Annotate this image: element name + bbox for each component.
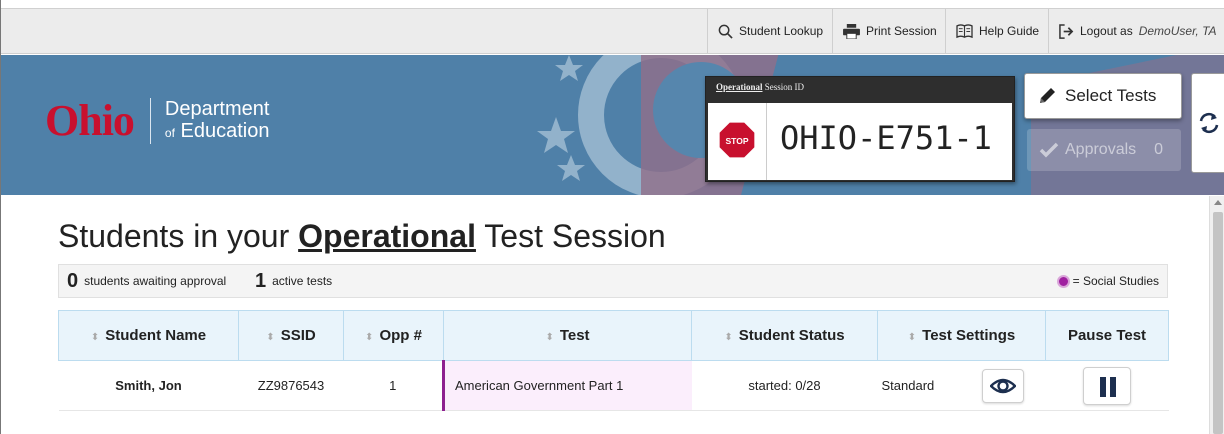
book-icon <box>956 23 973 38</box>
refresh-button[interactable] <box>1191 73 1224 173</box>
session-id-panel: Operational Session ID STOP OHIO-E751-1 <box>705 76 1015 182</box>
session-id-label: Session ID <box>764 82 805 92</box>
column-header-test[interactable]: ⬍ Test <box>443 310 692 361</box>
test-cell: American Government Part 1 <box>442 360 692 411</box>
approvals-button[interactable]: Approvals 0 <box>1027 129 1181 171</box>
logout-label: Logout as <box>1080 24 1133 38</box>
student-name-cell: Smith, Jon <box>58 360 239 411</box>
dept-line-2: of Education <box>165 120 270 144</box>
help-guide-button[interactable]: Help Guide <box>945 9 1047 53</box>
page-title-mode: Operational <box>298 218 476 254</box>
sort-icon: ⬍ <box>365 332 374 343</box>
pause-test-button[interactable] <box>1083 366 1131 405</box>
approvals-count: 0 <box>1154 141 1164 158</box>
column-header-label: Student Name <box>105 327 207 344</box>
active-tests-count: 1 <box>255 269 267 292</box>
student-lookup-button[interactable]: Student Lookup <box>707 9 831 53</box>
awaiting-approval-label: students awaiting approval <box>84 274 227 288</box>
ohio-wordmark: Ohio <box>45 96 135 145</box>
sort-icon: ⬍ <box>545 332 554 343</box>
column-header-label: Opp # <box>379 327 422 344</box>
print-session-button[interactable]: Print Session <box>832 9 944 53</box>
pause-icon <box>1100 376 1106 397</box>
session-id-value: OHIO-E751-1 <box>780 119 992 157</box>
dept-line-1: Department <box>164 98 270 120</box>
top-toolbar: Student Lookup Print Session Help Guide … <box>1 8 1224 54</box>
subject-legend: = Social Studies <box>1056 265 1159 297</box>
student-lookup-label: Student Lookup <box>739 24 824 38</box>
active-tests-stat: 1 active tests <box>255 265 332 297</box>
select-tests-button[interactable]: Select Tests <box>1024 73 1182 119</box>
ssid-cell: ZZ9876543 <box>238 360 344 411</box>
page-title-prefix: Students in your <box>58 218 290 254</box>
table-header-row: ⬍ Student Name ⬍ SSID ⬍ Opp # ⬍ Test ⬍ Studen… <box>58 310 1169 361</box>
stop-sign-text: STOP <box>725 136 748 146</box>
pause-icon <box>1110 376 1116 397</box>
printer-icon <box>843 23 860 39</box>
session-id-display: STOP OHIO-E751-1 <box>708 103 1012 180</box>
page-title: Students in your Operational Test Sessio… <box>58 218 666 255</box>
column-header-student-name[interactable]: ⬍ Student Name <box>58 310 239 361</box>
session-separator <box>766 103 767 180</box>
column-header-status[interactable]: ⬍ Student Status <box>691 310 878 361</box>
ohio-department-logo: Ohio Department of Education <box>45 98 269 144</box>
select-tests-label: Select Tests <box>1065 86 1157 105</box>
social-studies-dot-icon <box>1056 274 1070 288</box>
approvals-label: Approvals <box>1065 141 1137 158</box>
dept-education: Education <box>180 120 270 142</box>
column-header-label: Test Settings <box>922 327 1016 344</box>
scroll-up-arrow[interactable] <box>1214 200 1222 205</box>
students-table: ⬍ Student Name ⬍ SSID ⬍ Opp # ⬍ Test ⬍ Studen… <box>58 310 1169 411</box>
stop-sign-icon[interactable]: STOP <box>718 121 756 159</box>
help-guide-label: Help Guide <box>979 24 1040 38</box>
sort-icon: ⬍ <box>266 332 275 343</box>
pause-cell <box>1045 360 1169 411</box>
settings-cell: Standard <box>877 360 1046 411</box>
check-icon <box>1039 142 1059 158</box>
dept-of: of <box>164 126 175 140</box>
column-header-pause: Pause Test <box>1045 310 1169 361</box>
column-header-label: Student Status <box>738 327 845 344</box>
table-row: Smith, Jon ZZ9876543 1 American Governme… <box>58 360 1169 411</box>
session-id-caption: Operational Session ID <box>716 82 804 92</box>
sort-icon: ⬍ <box>90 332 100 343</box>
column-header-label: Pause Test <box>1067 327 1147 344</box>
column-header-opp[interactable]: ⬍ Opp # <box>343 310 444 361</box>
pencil-icon <box>1040 88 1055 103</box>
opp-cell: 1 <box>343 360 444 411</box>
header-banner: Ohio Department of Education Operational… <box>1 55 1224 195</box>
page-title-suffix: Test Session <box>484 218 666 254</box>
column-header-ssid[interactable]: ⬍ SSID <box>238 310 344 361</box>
refresh-icon <box>1199 112 1219 134</box>
social-studies-legend-label: = Social Studies <box>1072 274 1159 288</box>
awaiting-approval-count: 0 <box>67 269 79 292</box>
settings-value: Standard <box>881 378 935 393</box>
status-cell: started: 0/28 <box>691 360 878 411</box>
column-header-settings[interactable]: ⬍ Test Settings <box>877 310 1046 361</box>
logout-icon <box>1059 23 1074 39</box>
print-session-label: Print Session <box>866 24 937 38</box>
sort-icon: ⬍ <box>907 332 917 343</box>
logout-user: DemoUser, TA <box>1138 24 1217 38</box>
logo-divider <box>149 98 151 144</box>
scroll-thumb[interactable] <box>1213 212 1223 434</box>
sort-icon: ⬍ <box>724 332 733 343</box>
session-mode-label: Operational <box>716 82 763 92</box>
session-stats-bar: 0 students awaiting approval 1 active te… <box>58 264 1168 298</box>
view-settings-button[interactable] <box>981 369 1024 403</box>
awaiting-approval-stat: 0 students awaiting approval <box>67 265 226 297</box>
search-icon <box>718 24 733 39</box>
active-tests-label: active tests <box>272 274 333 288</box>
column-header-label: SSID <box>280 327 316 344</box>
vertical-scrollbar[interactable] <box>1209 196 1224 434</box>
column-header-label: Test <box>559 327 590 344</box>
logout-button[interactable]: Logout as DemoUser, TA <box>1048 9 1224 53</box>
app-frame: Student Lookup Print Session Help Guide … <box>0 0 1224 434</box>
department-name: Department of Education <box>165 98 270 144</box>
eye-icon <box>989 378 1016 394</box>
